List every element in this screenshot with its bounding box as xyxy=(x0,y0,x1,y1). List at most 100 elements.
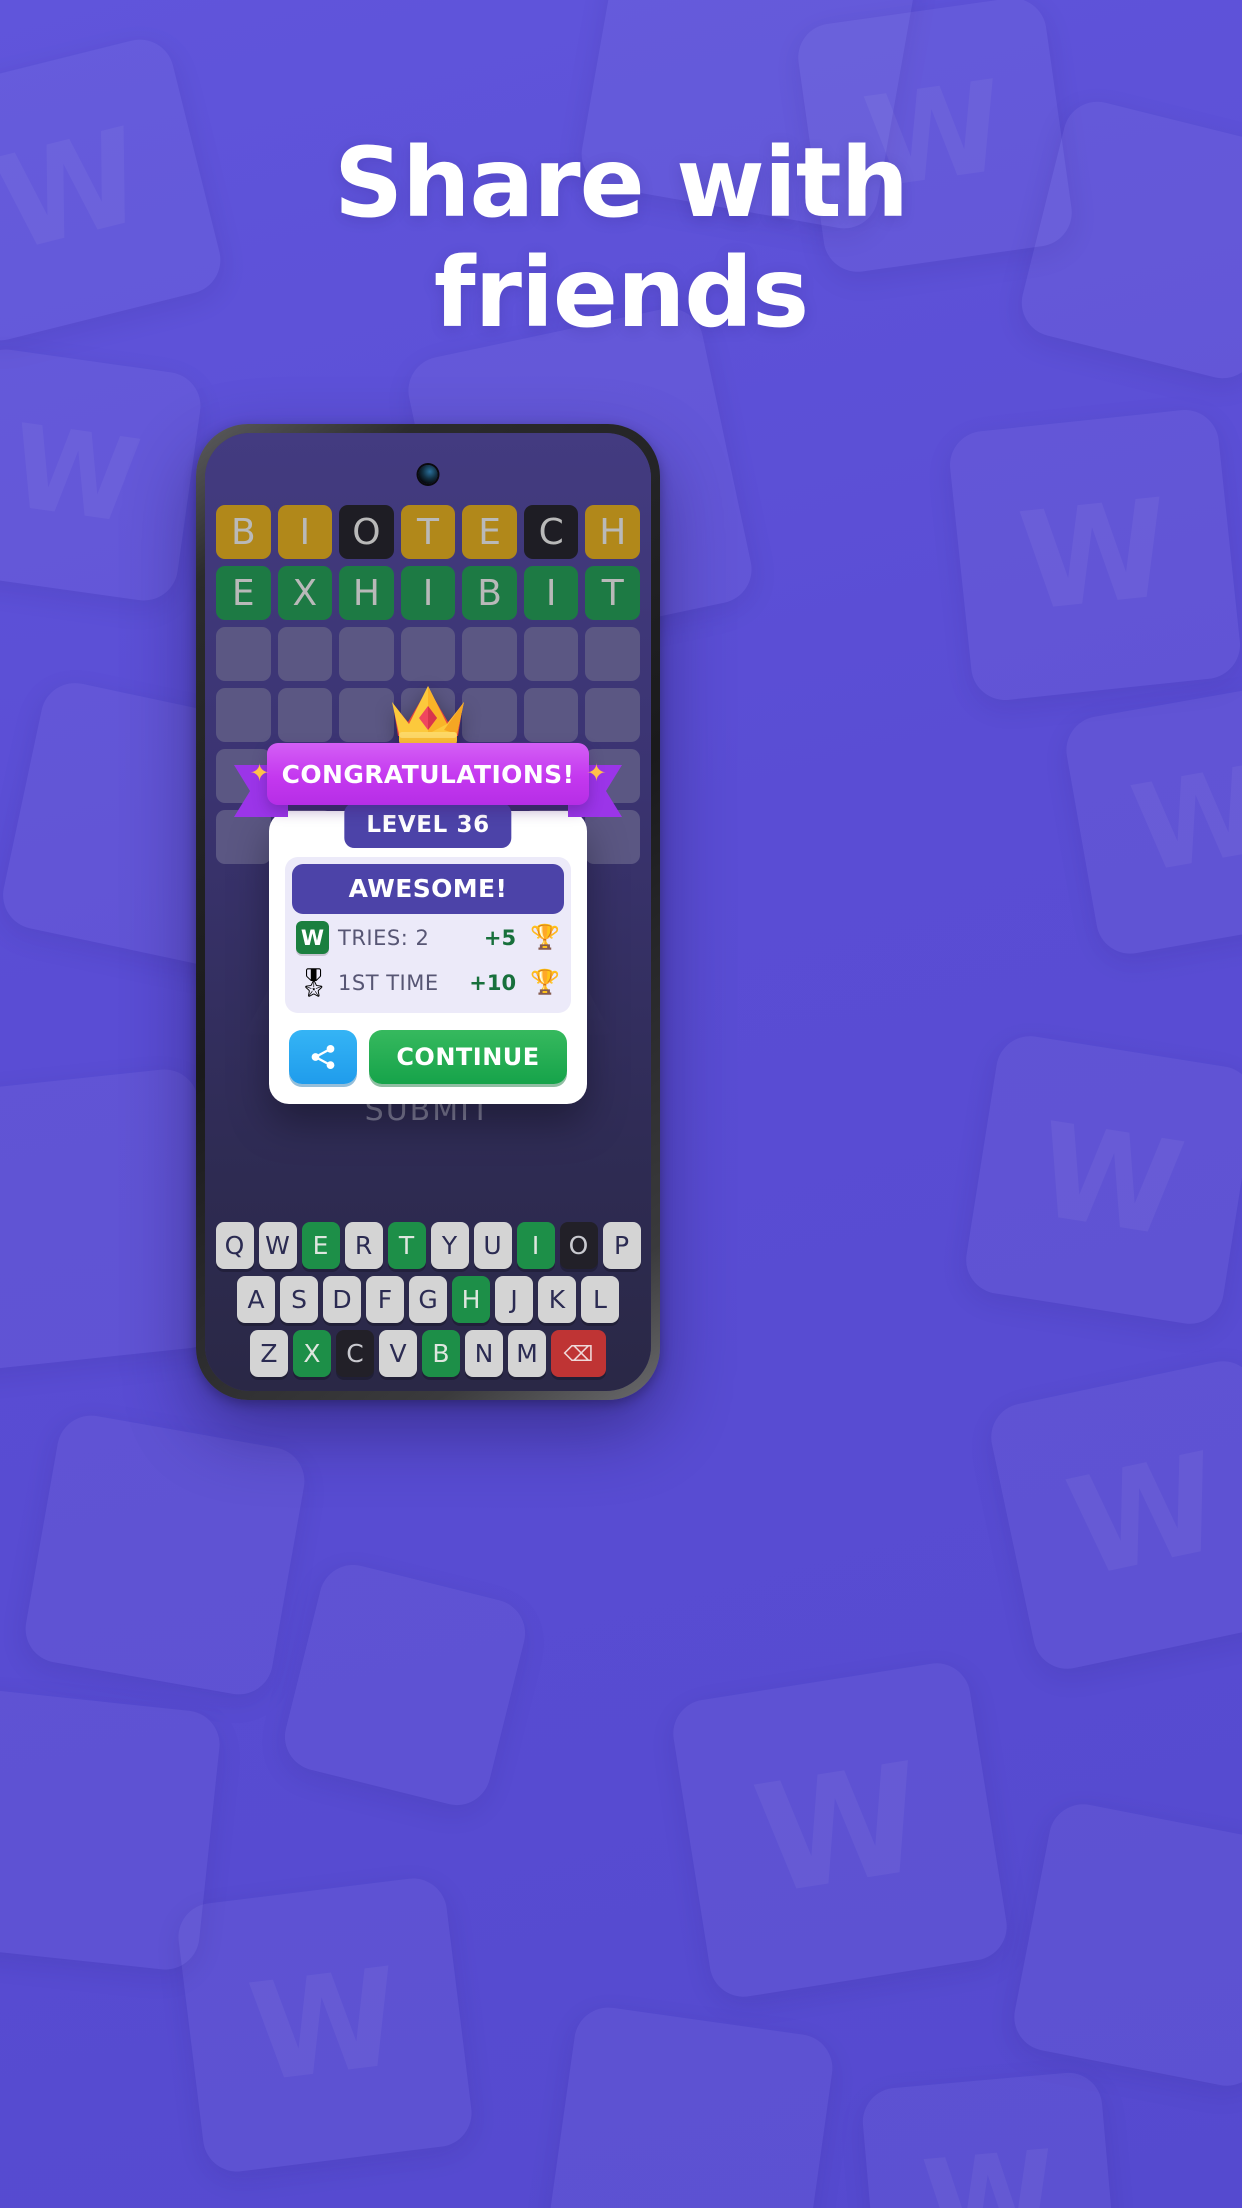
letter-tile xyxy=(216,688,271,742)
key-f[interactable]: F xyxy=(366,1276,404,1323)
key-n[interactable]: N xyxy=(465,1330,503,1377)
key-z[interactable]: Z xyxy=(250,1330,288,1377)
w-letter: W xyxy=(296,921,329,954)
key-o[interactable]: O xyxy=(559,1222,598,1269)
sparkle-icon-right: ✦ xyxy=(586,760,607,787)
word-grid-row xyxy=(216,627,641,681)
letter-tile: T xyxy=(585,566,641,620)
trophy-icon: 🏆 xyxy=(530,923,560,951)
stat-points: +5 xyxy=(483,925,517,950)
letter-tile xyxy=(462,688,517,742)
key-b[interactable]: B xyxy=(422,1330,460,1377)
key-g[interactable]: G xyxy=(409,1276,447,1323)
letter-tile xyxy=(523,688,579,742)
key-u[interactable]: U xyxy=(473,1222,512,1269)
key-y[interactable]: Y xyxy=(430,1222,469,1269)
headline-line-1: Share with xyxy=(334,127,909,239)
stat-points: +10 xyxy=(469,970,517,995)
key-a[interactable]: A xyxy=(237,1276,275,1323)
stat-label: 1ST TIME xyxy=(338,970,439,995)
dialog-actions: CONTINUE xyxy=(285,1030,571,1088)
key-p[interactable]: P xyxy=(602,1222,641,1269)
letter-tile xyxy=(277,688,333,742)
key-s[interactable]: S xyxy=(280,1276,318,1323)
background-letter-tile xyxy=(543,2003,837,2208)
stat-label: TRIES: 2 xyxy=(338,925,430,950)
medal-icon: 🎖 xyxy=(296,967,332,998)
key-x[interactable]: X xyxy=(293,1330,331,1377)
background-letter-tile xyxy=(20,1410,310,1700)
level-complete-dialog: ✦ CONGRATULATIONS! ✦ LEVEL 36 AWESOME! W… xyxy=(234,743,587,1104)
background-letter-tile: W xyxy=(984,1354,1242,1676)
key-i[interactable]: I xyxy=(516,1222,555,1269)
stat-row: W TRIES: 2 +5 🏆 xyxy=(292,914,564,959)
headline-line-2: friends xyxy=(433,237,809,349)
key-k[interactable]: K xyxy=(538,1276,576,1323)
letter-tile: H xyxy=(339,566,394,620)
key-r[interactable]: R xyxy=(344,1222,383,1269)
letter-tile xyxy=(216,627,271,681)
letter-tile xyxy=(277,627,333,681)
key-w[interactable]: W xyxy=(258,1222,297,1269)
key-v[interactable]: V xyxy=(379,1330,417,1377)
letter-tile: B xyxy=(462,566,517,620)
congratulations-ribbon: ✦ CONGRATULATIONS! ✦ xyxy=(234,743,622,817)
letter-tile xyxy=(523,627,579,681)
share-button[interactable] xyxy=(289,1030,357,1084)
letter-tile xyxy=(585,627,641,681)
letter-tile: E xyxy=(216,566,271,620)
congratulations-text: CONGRATULATIONS! xyxy=(281,759,575,789)
background-letter-tile: W xyxy=(0,345,205,605)
letter-tile xyxy=(585,810,641,864)
w-tile-icon: W xyxy=(296,921,329,954)
background-letter-tile: W xyxy=(668,1658,1012,2002)
on-screen-keyboard: QWERTYUIOP ASDFGHJKL Z X C V B N M ⌫ xyxy=(205,1222,651,1377)
keyboard-row-1: QWERTYUIOP xyxy=(215,1222,641,1269)
letter-tile xyxy=(339,627,394,681)
phone-screen: BIOTECHEXHIBIT SUBMIT ✦ CONGRATULATIONS!… xyxy=(205,433,651,1391)
key-t[interactable]: T xyxy=(387,1222,426,1269)
trophy-icon: 🏆 xyxy=(530,968,560,996)
background-letter-tile: W xyxy=(1060,680,1242,960)
letter-tile xyxy=(462,627,517,681)
letter-tile: I xyxy=(523,566,579,620)
key-d[interactable]: D xyxy=(323,1276,361,1323)
letter-tile xyxy=(400,627,456,681)
backspace-key[interactable]: ⌫ xyxy=(551,1330,606,1377)
key-j[interactable]: J xyxy=(495,1276,533,1323)
key-l[interactable]: L xyxy=(581,1276,619,1323)
letter-tile: O xyxy=(339,505,394,559)
keyboard-row-2: ASDFGHJKL xyxy=(237,1276,619,1323)
key-h[interactable]: H xyxy=(452,1276,490,1323)
background-letter-tile xyxy=(0,1066,224,1374)
letter-tile xyxy=(216,810,271,864)
background-letter-tile: W xyxy=(859,2069,1121,2208)
stat-row: 🎖 1ST TIME +10 🏆 xyxy=(292,959,564,1004)
word-grid-row: BIOTECH xyxy=(216,505,641,559)
key-e[interactable]: E xyxy=(301,1222,340,1269)
background-letter-tile xyxy=(277,1557,533,1813)
continue-button[interactable]: CONTINUE xyxy=(369,1030,567,1084)
background-letter-tile xyxy=(1008,1798,1242,2092)
background-letter-tile: W xyxy=(961,1031,1242,1329)
awesome-header: AWESOME! xyxy=(292,864,564,914)
stats-card: AWESOME! W TRIES: 2 +5 🏆 🎖 1ST TIME +10 🏆 xyxy=(285,857,571,1013)
letter-tile: B xyxy=(216,505,271,559)
front-camera-icon xyxy=(418,465,438,484)
letter-tile: I xyxy=(400,566,456,620)
letter-tile: E xyxy=(462,505,517,559)
letter-tile: I xyxy=(277,505,333,559)
crown-icon xyxy=(392,686,464,745)
letter-tile: X xyxy=(277,566,333,620)
key-c[interactable]: C xyxy=(336,1330,374,1377)
key-m[interactable]: M xyxy=(508,1330,546,1377)
phone-mockup: BIOTECHEXHIBIT SUBMIT ✦ CONGRATULATIONS!… xyxy=(196,424,660,1400)
share-icon xyxy=(311,1045,335,1069)
ribbon-body: ✦ CONGRATULATIONS! ✦ xyxy=(250,743,606,805)
background-letter-tile: W xyxy=(946,406,1242,704)
letter-tile: H xyxy=(585,505,641,559)
background-letter-tile: W xyxy=(174,1874,476,2176)
keyboard-row-3: Z X C V B N M ⌫ xyxy=(250,1330,606,1377)
letter-tile: C xyxy=(523,505,579,559)
key-q[interactable]: Q xyxy=(215,1222,254,1269)
